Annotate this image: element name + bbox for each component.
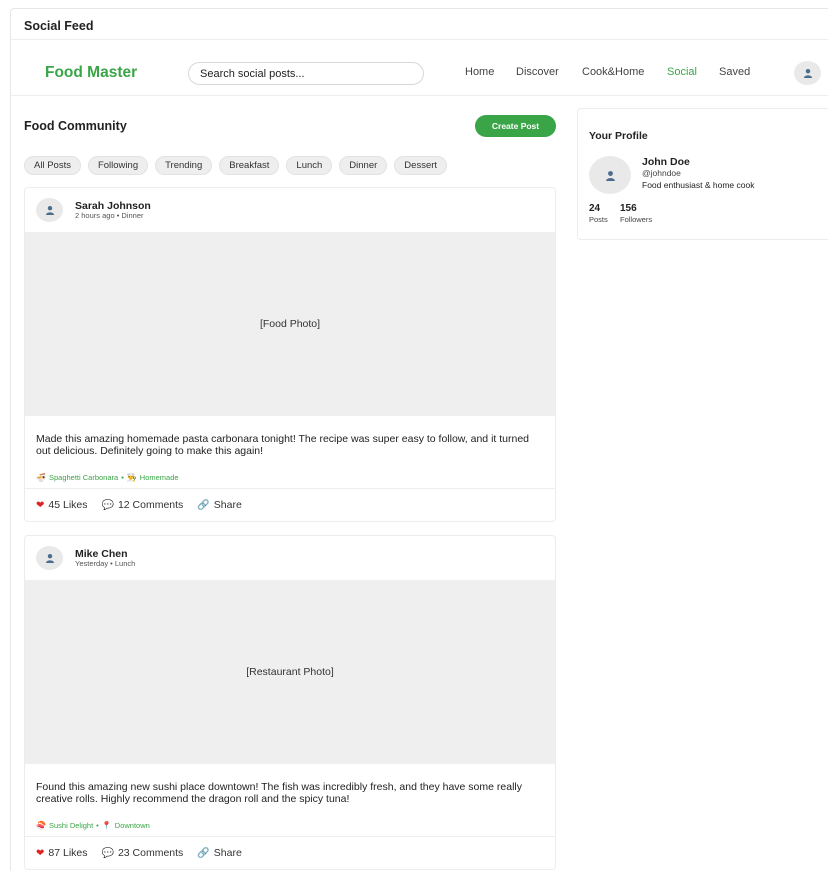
nav-link-saved[interactable]: Saved (719, 66, 750, 78)
post-actions: ❤ 45 Likes 💬 12 Comments 🔗 Share (25, 488, 555, 521)
tag-separator: • (96, 820, 99, 830)
sushi-icon: 🍣 (36, 820, 46, 830)
followers-label: Followers (620, 215, 653, 224)
comment-count: 12 Comments (117, 499, 184, 511)
posts-count: 24 (589, 203, 601, 214)
tag-separator: • (121, 472, 124, 482)
share-label: Share (213, 499, 242, 511)
brand-logo[interactable]: Food Master (45, 64, 137, 82)
heart-icon: ❤ (36, 499, 45, 511)
profile-card: Your Profile John Doe @johndoe Food enth… (577, 108, 828, 240)
search-input[interactable] (188, 62, 424, 85)
profile-name[interactable]: John Doe (642, 156, 690, 168)
link-icon: 🔗 (197, 499, 210, 511)
post-card: Sarah Johnson 2 hours ago • Dinner [Food… (24, 187, 556, 522)
user-icon (45, 554, 54, 563)
like-count: 87 Likes (48, 847, 88, 859)
post-tags: 🍣 Sushi Delight • 📍 Downtown (25, 814, 555, 836)
post-header: Mike Chen Yesterday • Lunch (25, 536, 555, 580)
filter-following[interactable]: Following (87, 156, 149, 175)
share-button[interactable]: 🔗 Share (197, 847, 241, 859)
like-count: 45 Likes (48, 499, 88, 511)
filter-trending[interactable]: Trending (155, 156, 213, 175)
noodle-bowl-icon: 🍜 (36, 472, 46, 482)
post-photo[interactable]: [Restaurant Photo] (25, 580, 555, 764)
heart-icon: ❤ (36, 847, 45, 859)
restaurant-tag[interactable]: Sushi Delight (49, 821, 93, 830)
post-text: Made this amazing homemade pasta carbona… (36, 433, 530, 457)
profile-avatar[interactable] (589, 156, 631, 194)
feed-title: Food Community (24, 119, 127, 133)
user-icon (605, 170, 615, 181)
post-text: Found this amazing new sushi place downt… (36, 781, 522, 805)
create-post-button[interactable]: Create Post (475, 115, 556, 137)
user-icon (45, 206, 54, 215)
filter-breakfast[interactable]: Breakfast (219, 156, 280, 175)
comment-button[interactable]: 💬 12 Comments (102, 499, 184, 511)
filter-all-posts[interactable]: All Posts (24, 156, 81, 175)
nav-link-discover[interactable]: Discover (516, 66, 559, 78)
filter-dinner[interactable]: Dinner (339, 156, 388, 175)
user-icon (803, 69, 812, 78)
profile-bio: Food enthusiast & home cook (642, 180, 755, 190)
user-avatar-button[interactable] (794, 61, 821, 85)
comment-count: 23 Comments (117, 847, 184, 859)
nav-link-social[interactable]: Social (667, 66, 697, 78)
like-button[interactable]: ❤ 45 Likes (36, 499, 88, 511)
posts-stat[interactable]: 24 Posts (589, 203, 608, 224)
followers-count: 156 (620, 203, 637, 214)
filter-lunch[interactable]: Lunch (286, 156, 333, 175)
posts-label: Posts (589, 215, 608, 224)
post-photo[interactable]: [Food Photo] (25, 232, 555, 416)
profile-handle: @johndoe (642, 168, 681, 178)
photo-placeholder: [Restaurant Photo] (246, 666, 334, 678)
filter-dessert[interactable]: Dessert (394, 156, 448, 175)
post-tags: 🍜 Spaghetti Carbonara • 👨‍🍳 Homemade (25, 466, 555, 488)
recipe-tag[interactable]: Spaghetti Carbonara (49, 473, 118, 482)
post-meta: Yesterday • Lunch (75, 559, 136, 568)
profile-heading: Your Profile (589, 130, 648, 142)
share-label: Share (213, 847, 242, 859)
nav-link-cook-home[interactable]: Cook&Home (582, 66, 644, 78)
location-tag[interactable]: Downtown (115, 821, 150, 830)
filter-chips: All Posts Following Trending Breakfast L… (24, 156, 448, 175)
comment-icon: 💬 (101, 847, 114, 859)
source-tag[interactable]: Homemade (140, 473, 179, 482)
comment-icon: 💬 (101, 499, 114, 511)
author-avatar[interactable] (36, 198, 63, 222)
share-button[interactable]: 🔗 Share (197, 499, 241, 511)
post-card: Mike Chen Yesterday • Lunch [Restaurant … (24, 535, 556, 870)
post-header: Sarah Johnson 2 hours ago • Dinner (25, 188, 555, 232)
post-meta: 2 hours ago • Dinner (75, 211, 144, 220)
followers-stat[interactable]: 156 Followers (620, 203, 652, 224)
window-title: Social Feed (24, 19, 94, 33)
top-navbar: Food Master Home Discover Cook&Home Soci… (10, 40, 828, 96)
chef-icon: 👨‍🍳 (126, 472, 137, 482)
link-icon: 🔗 (197, 847, 210, 859)
author-avatar[interactable] (36, 546, 63, 570)
photo-placeholder: [Food Photo] (259, 318, 321, 330)
comment-button[interactable]: 💬 23 Comments (102, 847, 184, 859)
like-button[interactable]: ❤ 87 Likes (36, 847, 88, 859)
post-actions: ❤ 87 Likes 💬 23 Comments 🔗 Share (25, 836, 555, 869)
nav-link-home[interactable]: Home (465, 66, 494, 78)
pin-icon: 📍 (101, 820, 112, 830)
